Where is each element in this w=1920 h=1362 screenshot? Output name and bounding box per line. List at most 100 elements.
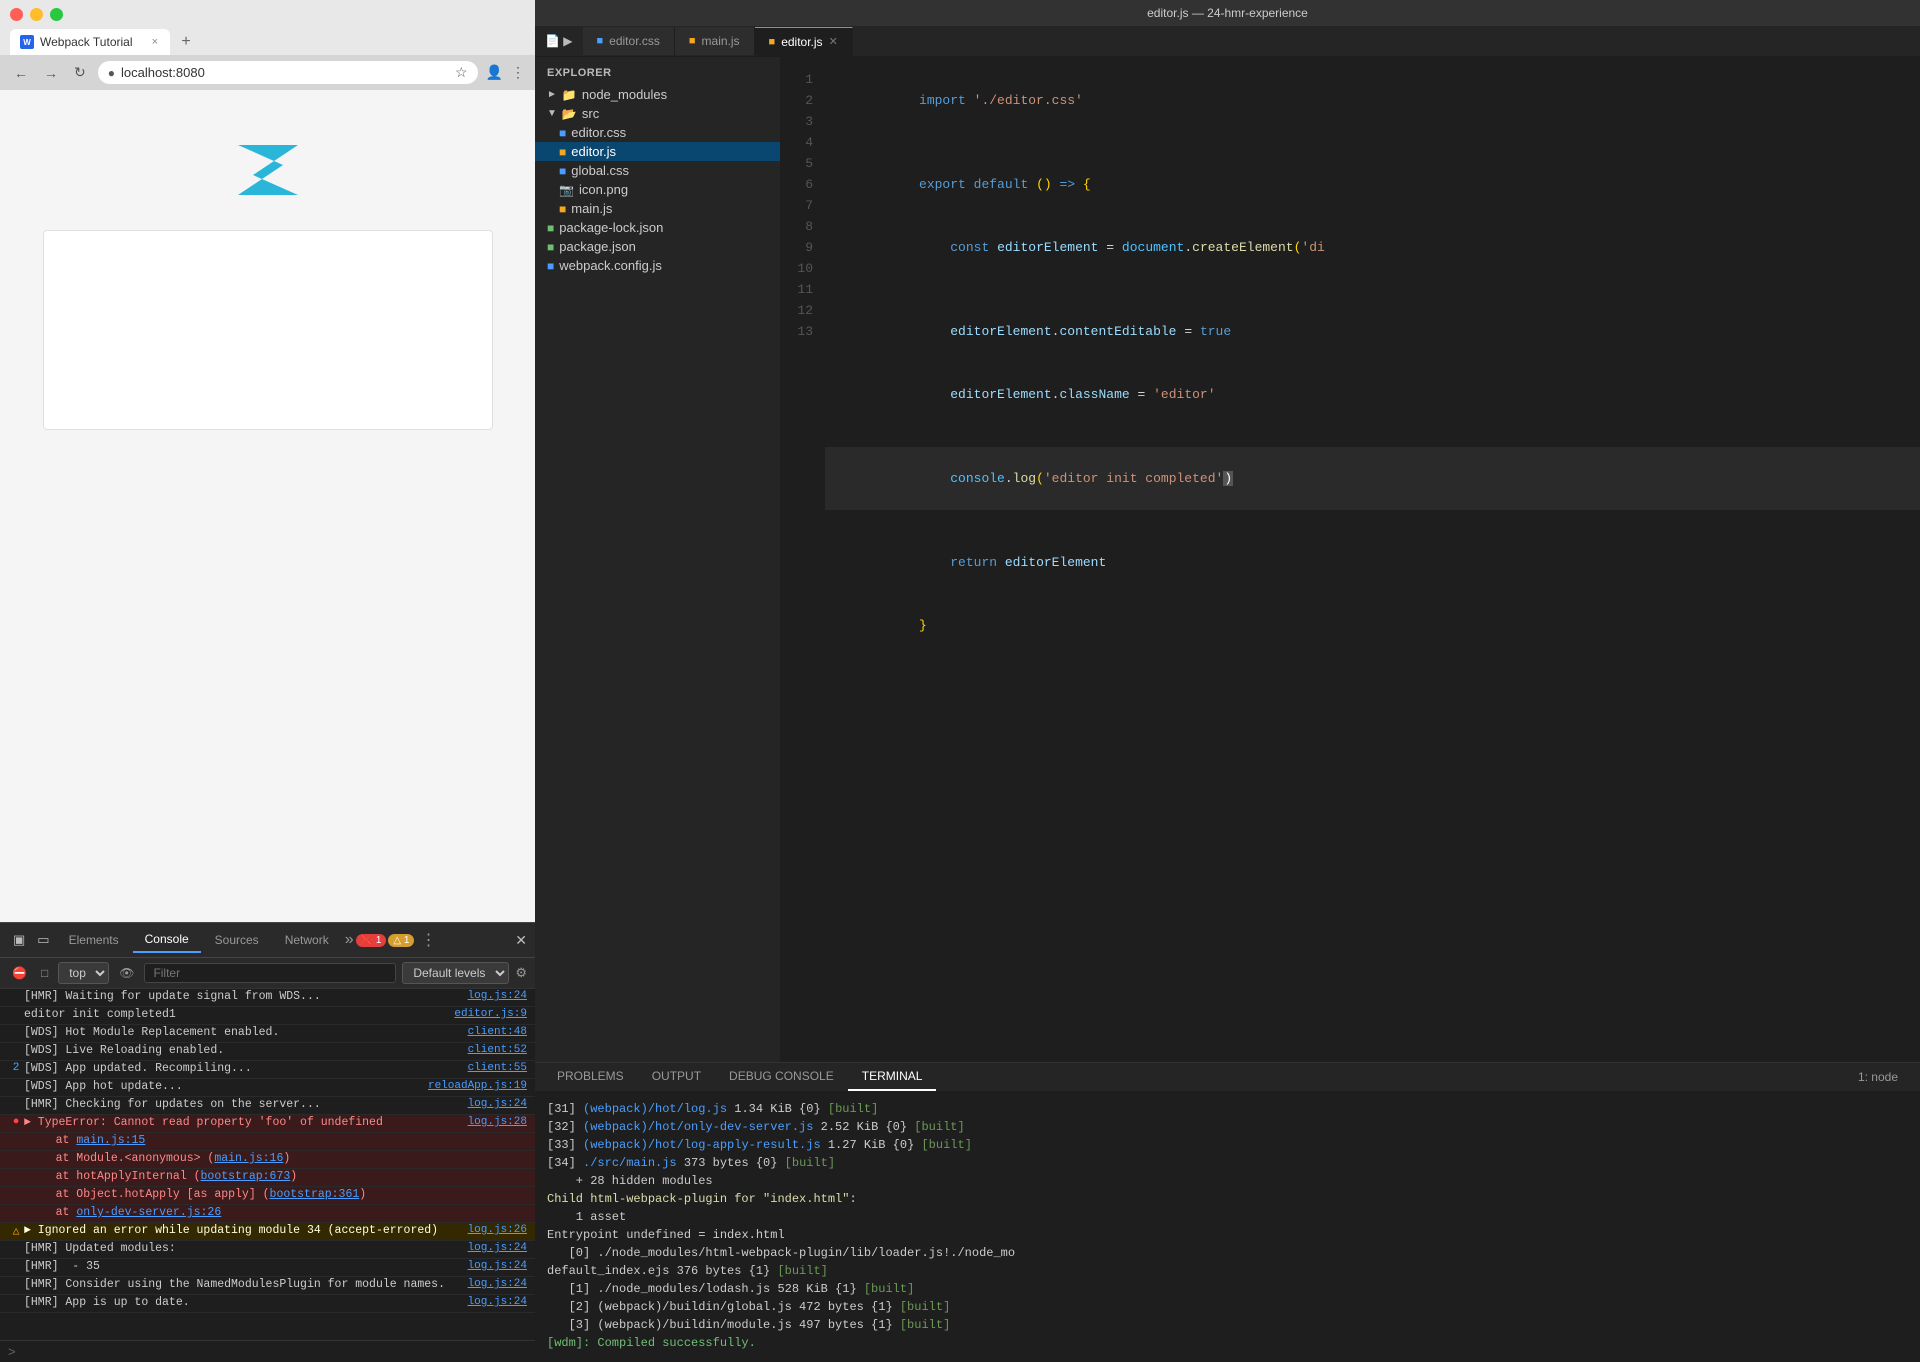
devtools-tab-network[interactable]: Network — [273, 928, 341, 952]
terminal-content[interactable]: [31] (webpack)/hot/log.js 1.34 KiB {0} [… — [535, 1092, 1920, 1362]
preserve-log-button[interactable]: □ — [37, 964, 52, 982]
close-button[interactable] — [10, 8, 23, 21]
reload-button[interactable]: ↻ — [70, 62, 90, 83]
terminal-line: 1 asset — [547, 1208, 1908, 1226]
tab-close-icon[interactable]: × — [152, 36, 158, 48]
browser-tab-webpack[interactable]: W Webpack Tutorial × — [10, 29, 170, 55]
filter-input[interactable] — [144, 963, 396, 983]
devtools-tab-sources[interactable]: Sources — [203, 928, 271, 952]
inspect-element-button[interactable]: ▣ — [8, 929, 30, 951]
console-prompt-input[interactable] — [22, 1345, 527, 1359]
tree-item-global-css[interactable]: ■ global.css — [535, 161, 780, 180]
tab-main-js[interactable]: ■ main.js — [675, 27, 755, 55]
tab-editor-js[interactable]: ■ editor.js ✕ — [755, 27, 853, 56]
content-box — [43, 230, 493, 430]
device-toolbar-button[interactable]: ▭ — [32, 929, 54, 951]
console-text: [HMR] Consider using the NamedModulesPlu… — [24, 1278, 468, 1291]
console-source[interactable]: client:48 — [468, 1026, 527, 1038]
console-source[interactable]: reloadApp.js:19 — [428, 1080, 527, 1092]
console-source[interactable]: log.js:24 — [468, 1296, 527, 1308]
devtools-tab-elements[interactable]: Elements — [57, 928, 131, 952]
console-source[interactable]: editor.js:9 — [454, 1008, 527, 1020]
minimize-button[interactable] — [30, 8, 43, 21]
code-line-4: const editorElement = document.createEle… — [825, 216, 1920, 279]
console-source[interactable]: client:55 — [468, 1062, 527, 1074]
line-num-5: 5 — [780, 153, 825, 174]
tree-item-main-js[interactable]: ■ main.js — [535, 199, 780, 218]
line-num-10: 10 — [780, 258, 825, 279]
line-num-11: 11 — [780, 279, 825, 300]
panel-tab-problems[interactable]: PROBLEMS — [543, 1063, 638, 1091]
chevron-icon: ▼ — [547, 108, 557, 119]
profile-icon[interactable]: 👤 — [486, 64, 503, 81]
back-button[interactable]: ← — [10, 63, 32, 83]
new-tab-button[interactable]: + — [174, 30, 198, 54]
console-text: ► TypeError: Cannot read property 'foo' … — [24, 1116, 468, 1129]
tree-item-package-lock[interactable]: ■ package-lock.json — [535, 218, 780, 237]
forward-button[interactable]: → — [40, 63, 62, 83]
code-content[interactable]: import './editor.css' export default () … — [825, 57, 1920, 1062]
panel-tab-debug-console[interactable]: DEBUG CONSOLE — [715, 1063, 848, 1091]
url-text: localhost:8080 — [121, 65, 449, 80]
tree-item-src[interactable]: ▼ 📂 src — [535, 104, 780, 123]
console-text: at Module.<anonymous> (main.js:16) — [28, 1152, 527, 1165]
code-line-3: export default () => { — [825, 153, 1920, 216]
tree-label: node_modules — [582, 87, 667, 102]
console-source[interactable]: log.js:28 — [468, 1116, 527, 1128]
terminal-line: [32] (webpack)/hot/only-dev-server.js 2.… — [547, 1118, 1908, 1136]
code-line-5 — [825, 279, 1920, 300]
terminal-line: [33] (webpack)/hot/log-apply-result.js 1… — [547, 1136, 1908, 1154]
tree-label: editor.css — [571, 125, 626, 140]
panel-tab-output[interactable]: OUTPUT — [638, 1063, 715, 1091]
zed-logo — [218, 130, 318, 210]
tree-label: src — [582, 106, 599, 121]
console-line: [HMR] Updated modules: log.js:24 — [0, 1241, 535, 1259]
code-line-2 — [825, 132, 1920, 153]
address-bar[interactable]: ● localhost:8080 ☆ — [98, 61, 478, 84]
more-tools-button[interactable]: » — [345, 931, 354, 949]
console-source[interactable]: log.js:26 — [468, 1224, 527, 1236]
console-error-line: ● ► TypeError: Cannot read property 'foo… — [0, 1115, 535, 1133]
console-source[interactable]: client:52 — [468, 1044, 527, 1056]
show-console-sidebar-button[interactable]: 👁 — [115, 964, 138, 982]
terminal-line: [3] (webpack)/buildin/module.js 497 byte… — [547, 1316, 1908, 1334]
js-icon: ■ — [689, 35, 696, 47]
tab-editor-css[interactable]: ■ editor.css — [583, 27, 675, 55]
css-file-icon: ■ — [559, 164, 566, 178]
tree-label: editor.js — [571, 144, 616, 159]
tree-item-icon-png[interactable]: 📷 icon.png — [535, 180, 780, 199]
devtools-tab-console[interactable]: Console — [133, 927, 201, 953]
console-text: [WDS] Hot Module Replacement enabled. — [24, 1026, 468, 1039]
devtools-close-button[interactable]: ✕ — [515, 932, 527, 949]
console-source[interactable]: log.js:24 — [468, 1098, 527, 1110]
tree-item-editor-css[interactable]: ■ editor.css — [535, 123, 780, 142]
tab-close-editor-js[interactable]: ✕ — [829, 35, 838, 48]
tree-item-node-modules[interactable]: ► 📁 node_modules — [535, 85, 780, 104]
console-source[interactable]: log.js:24 — [468, 1278, 527, 1290]
js-file-icon: ■ — [559, 145, 566, 159]
console-source[interactable]: log.js:24 — [468, 1242, 527, 1254]
maximize-button[interactable] — [50, 8, 63, 21]
bookmark-icon[interactable]: ☆ — [455, 64, 468, 81]
terminal-line: Child html-webpack-plugin for "index.htm… — [547, 1190, 1908, 1208]
console-line: [WDS] Hot Module Replacement enabled. cl… — [0, 1025, 535, 1043]
code-editor[interactable]: 1 2 3 4 5 6 7 8 9 10 11 12 13 import './… — [780, 57, 1920, 1062]
panel-tab-terminal[interactable]: TERMINAL — [848, 1063, 937, 1091]
tree-item-editor-js[interactable]: ■ editor.js — [535, 142, 780, 161]
tree-item-webpack-config[interactable]: ■ webpack.config.js — [535, 256, 780, 275]
console-source[interactable]: log.js:24 — [468, 1260, 527, 1272]
console-source[interactable]: log.js:24 — [468, 990, 527, 1002]
clear-console-button[interactable]: ⛔ — [8, 964, 31, 982]
levels-select[interactable]: Default levels — [402, 962, 509, 984]
devtools-options-button[interactable]: ⋮ — [420, 930, 436, 950]
console-text: editor init completed1 — [24, 1008, 454, 1021]
console-line: [WDS] App hot update... reloadApp.js:19 — [0, 1079, 535, 1097]
context-select[interactable]: top — [58, 962, 109, 984]
explorer-button[interactable]: 📄 ▶ — [535, 26, 583, 56]
console-settings-icon[interactable]: ⚙ — [515, 965, 527, 981]
console-output[interactable]: [HMR] Waiting for update signal from WDS… — [0, 989, 535, 1340]
vscode-titlebar: editor.js — 24-hmr-experience — [535, 0, 1920, 26]
tree-item-package-json[interactable]: ■ package.json — [535, 237, 780, 256]
menu-icon[interactable]: ⋮ — [511, 64, 525, 81]
window-title: editor.js — 24-hmr-experience — [1147, 6, 1308, 20]
